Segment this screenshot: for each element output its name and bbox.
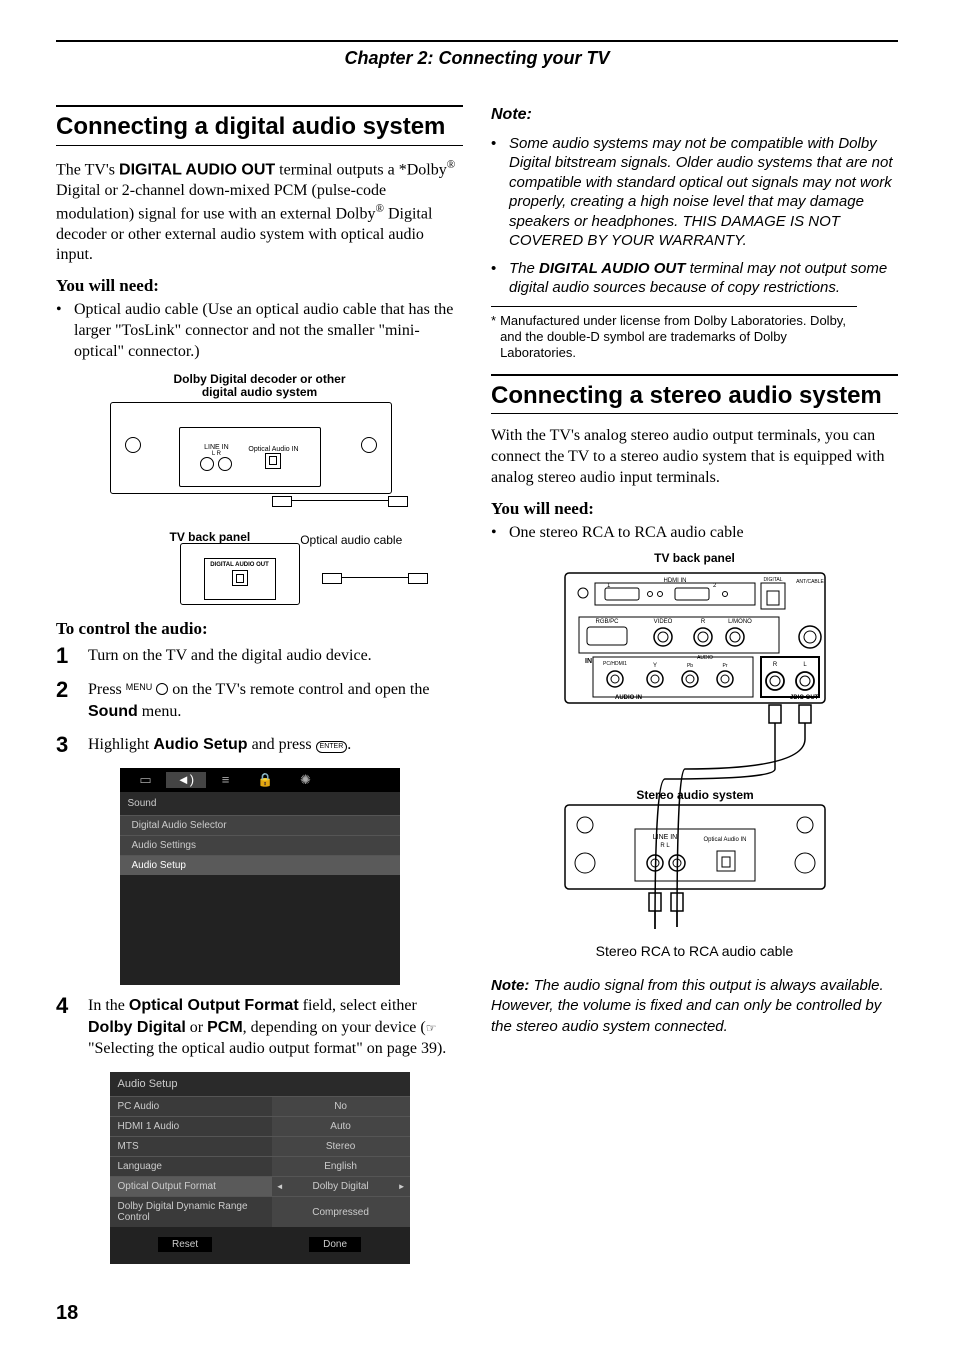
- diagram-digital-audio: Dolby Digital decoder or other digital a…: [110, 373, 410, 605]
- intro-paragraph-2: With the TV's analog stereo audio output…: [491, 426, 898, 488]
- enter-button-icon: ENTER: [316, 741, 348, 752]
- svg-text:RGB/PC: RGB/PC: [595, 619, 619, 625]
- svg-text:Y: Y: [652, 663, 656, 669]
- svg-text:Pr: Pr: [722, 663, 727, 669]
- menu-button-icon: [156, 683, 168, 695]
- step-4: 4 In the Optical Output Format field, se…: [56, 995, 463, 1060]
- svg-text:R L: R L: [660, 843, 670, 849]
- sound-tab-icon: ◄): [166, 772, 206, 788]
- svg-text:2: 2: [713, 583, 717, 589]
- you-will-need-heading-2: You will need:: [491, 499, 898, 519]
- svg-text:R: R: [700, 619, 705, 625]
- svg-text:ANT/CABLE: ANT/CABLE: [796, 579, 824, 585]
- note-item-1: •Some audio systems may not be compatibl…: [491, 134, 898, 251]
- lock-tab-icon: 🔒: [246, 772, 286, 788]
- svg-text:HDMI IN: HDMI IN: [663, 578, 686, 584]
- svg-text:IN: IN: [585, 658, 592, 665]
- svg-text:PC/HDMI1: PC/HDMI1: [603, 661, 627, 667]
- note-heading: Note:: [491, 105, 898, 126]
- diagram-stereo-audio: HDMI IN 1 2 DIGITAL ANT/CABLE RGB/PC VID…: [535, 569, 855, 939]
- svg-text:R: R: [772, 662, 777, 668]
- sliders-tab-icon: ≡: [206, 772, 246, 788]
- note-fixed-volume: Note: The audio signal from this output …: [491, 976, 898, 1037]
- sound-menu-screenshot: ▭ ◄) ≡ 🔒 ✺ Sound Digital Audio Selector …: [120, 768, 400, 985]
- pointer-icon: ☞: [426, 1021, 437, 1035]
- page-number: 18: [56, 1302, 898, 1325]
- step-2: 2 Press MENU on the TV's remote control …: [56, 679, 463, 722]
- svg-text:L/MONO: L/MONO: [728, 619, 752, 625]
- svg-text:Pb: Pb: [686, 663, 692, 669]
- to-control-audio-heading: To control the audio:: [56, 619, 463, 639]
- need-item: •Optical audio cable (Use an optical aud…: [56, 300, 463, 362]
- svg-text:VIDEO: VIDEO: [653, 619, 672, 625]
- dolby-footnote: *Manufactured under license from Dolby L…: [491, 306, 857, 362]
- chapter-heading: Chapter 2: Connecting your TV: [56, 48, 898, 69]
- note-item-2: • The DIGITAL AUDIO OUT terminal may not…: [491, 259, 898, 298]
- tv-back-panel-label: TV back panel: [491, 551, 898, 565]
- svg-text:L: L: [803, 662, 807, 668]
- audio-setup-menu-screenshot: Audio Setup PC AudioNo HDMI 1 AudioAuto …: [110, 1072, 410, 1264]
- svg-text:Stereo audio system: Stereo audio system: [636, 788, 753, 802]
- diagram-cable-label: Stereo RCA to RCA audio cable: [491, 943, 898, 960]
- section-digital-audio: Connecting a digital audio system: [56, 105, 463, 146]
- need-item-2: •One stereo RCA to RCA audio cable: [491, 523, 898, 544]
- intro-paragraph: The TV's DIGITAL AUDIO OUT terminal outp…: [56, 158, 463, 267]
- svg-text:Optical Audio IN: Optical Audio IN: [703, 837, 746, 843]
- svg-text:DIGITAL: DIGITAL: [763, 577, 782, 583]
- section-stereo-audio: Connecting a stereo audio system: [491, 374, 898, 415]
- you-will-need-heading: You will need:: [56, 276, 463, 296]
- svg-text:JDIO OUT: JDIO OUT: [790, 695, 819, 701]
- step-1: 1Turn on the TV and the digital audio de…: [56, 645, 463, 667]
- step-3: 3 Highlight Audio Setup and press ENTER.: [56, 734, 463, 756]
- svg-text:AUDIO: AUDIO: [697, 655, 713, 661]
- svg-text:AUDIO IN: AUDIO IN: [615, 695, 642, 701]
- settings-tab-icon: ✺: [286, 772, 326, 788]
- picture-tab-icon: ▭: [126, 772, 166, 788]
